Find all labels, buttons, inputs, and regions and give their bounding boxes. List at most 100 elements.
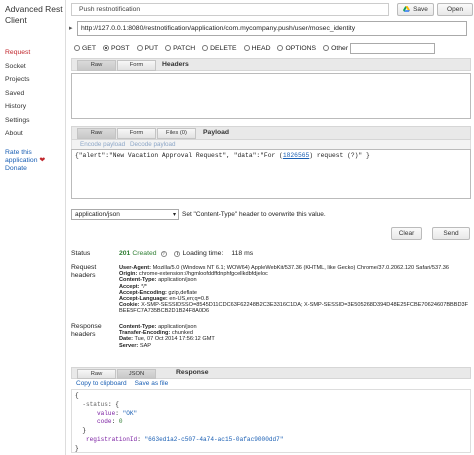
- header-value: chunked: [171, 330, 193, 337]
- header-value: gzip,deflate: [168, 289, 198, 296]
- heart-icon: ❤: [39, 157, 46, 164]
- save-label: Save: [413, 6, 428, 13]
- response-tabbar: Raw JSON Response: [71, 367, 471, 379]
- response-tab-raw[interactable]: Raw: [77, 369, 116, 379]
- header-key: Accept-Encoding:: [119, 289, 167, 296]
- help-icon[interactable]: ?: [160, 250, 167, 257]
- sidebar-item-projects[interactable]: Projects: [5, 73, 30, 87]
- header-value: X-SMP-SESSIDSSO=8545D11CDC63F62248B2C3E3…: [119, 302, 469, 315]
- decode-payload-link[interactable]: Decode payload: [130, 141, 176, 148]
- status-code: 201: [119, 250, 131, 257]
- status-text: Created: [132, 250, 157, 257]
- content-type-hint: Set "Content-Type" header to overwrite t…: [182, 211, 326, 218]
- payload-text-prefix: {"alert":"New Vacation Approval Request"…: [75, 152, 283, 159]
- json-brace: }: [82, 427, 86, 435]
- json-string: "OK": [122, 409, 138, 417]
- send-button[interactable]: Send: [432, 227, 470, 240]
- clear-button[interactable]: Clear: [391, 227, 422, 240]
- radio-patch[interactable]: [165, 45, 172, 51]
- payload-tab-files[interactable]: Files (0): [157, 128, 196, 139]
- expand-arrow-icon[interactable]: ▸: [69, 24, 73, 32]
- radio-put[interactable]: [136, 45, 143, 51]
- header-value: SAP: [139, 342, 152, 349]
- json-brace: }: [75, 444, 79, 452]
- status-line: 201 Created ? Loading time: 118 ms: [119, 250, 253, 257]
- json-key: code: [96, 418, 112, 426]
- header-key: Transfer-Encoding:: [119, 330, 171, 337]
- response-headers-label: Response headers: [71, 323, 102, 338]
- save-button[interactable]: Save: [397, 3, 434, 16]
- method-other[interactable]: Other: [323, 42, 436, 54]
- status-label: Status: [71, 250, 91, 257]
- clock-icon: [173, 250, 180, 257]
- title-bar: Save Open: [71, 2, 473, 17]
- radio-delete[interactable]: [202, 45, 209, 51]
- other-method-input[interactable]: [350, 42, 436, 54]
- payload-heading: Payload: [203, 129, 230, 136]
- response-heading: Response: [176, 369, 209, 376]
- radio-other[interactable]: [323, 45, 330, 51]
- method-delete[interactable]: DELETE: [202, 45, 237, 52]
- response-tab-json[interactable]: JSON: [117, 369, 156, 379]
- headers-tabbar: Raw Form Headers: [71, 58, 471, 71]
- sidebar-item-request[interactable]: Request: [5, 46, 30, 60]
- method-selector: GET POST PUT PATCH DELETE HEAD OPTIONS O…: [74, 42, 442, 54]
- method-post[interactable]: POST: [102, 44, 130, 52]
- sidebar-nav: Request Socket Projects Saved History Se…: [5, 46, 30, 141]
- url-input[interactable]: [77, 21, 467, 36]
- headers-tab-form[interactable]: Form: [117, 60, 156, 71]
- headers-tab-raw[interactable]: Raw: [77, 60, 116, 71]
- header-key: User-Agent:: [119, 265, 152, 271]
- open-button[interactable]: Open: [437, 3, 473, 16]
- sidebar-item-saved[interactable]: Saved: [5, 87, 30, 101]
- sidebar-item-socket[interactable]: Socket: [5, 60, 30, 74]
- google-drive-icon: [403, 6, 411, 12]
- json-key: registrationId: [85, 435, 138, 443]
- request-name-input[interactable]: [71, 3, 389, 16]
- main-panel: Save Open ▸ GET POST PUT PATCH DELETE HE…: [66, 0, 474, 455]
- header-value: Mozilla/5.0 (Windows NT 6.1; WOW64) Appl…: [152, 265, 449, 271]
- json-brace: : {: [107, 400, 119, 408]
- json-status-toggle[interactable]: -status: [82, 401, 108, 408]
- request-header-row: Cookie: X-SMP-SESSIDSSO=8545D11CDC63F622…: [119, 302, 469, 314]
- save-as-file-link[interactable]: Save as file: [135, 380, 169, 387]
- header-key: Accept-Language:: [119, 296, 168, 303]
- method-head[interactable]: HEAD: [243, 45, 270, 52]
- json-key: value: [96, 409, 116, 417]
- headers-editor[interactable]: [71, 73, 471, 119]
- radio-post[interactable]: [102, 45, 109, 51]
- header-value: application/json: [158, 324, 197, 330]
- sidebar-item-settings[interactable]: Settings: [5, 114, 30, 128]
- radio-head[interactable]: [243, 45, 250, 51]
- encode-payload-link[interactable]: Encode payload: [80, 141, 125, 148]
- content-type-select[interactable]: application/json ▾: [71, 209, 179, 220]
- method-post-label: POST: [110, 44, 130, 52]
- header-value: Tue, 07 Oct 2014 17:56:12 GMT: [134, 336, 215, 343]
- method-get[interactable]: GET: [74, 45, 96, 52]
- header-key: Server:: [119, 342, 139, 349]
- content-type-row: application/json ▾ Set "Content-Type" hea…: [71, 209, 326, 220]
- method-options[interactable]: OPTIONS: [277, 45, 316, 52]
- rate-label: Rate this application: [5, 149, 38, 164]
- method-put[interactable]: PUT: [136, 45, 158, 52]
- response-headers-list: Content-Type: application/json Transfer-…: [119, 324, 469, 349]
- method-get-label: GET: [82, 44, 96, 52]
- sidebar-item-about[interactable]: About: [5, 127, 30, 141]
- header-key: Accept:: [119, 283, 140, 290]
- method-other-label: Other: [331, 44, 349, 52]
- loading-time-label: Loading time:: [182, 250, 224, 257]
- sidebar-item-history[interactable]: History: [5, 100, 30, 114]
- method-patch[interactable]: PATCH: [165, 45, 195, 52]
- payload-text-link: 1826565: [282, 152, 310, 159]
- payload-tab-raw[interactable]: Raw: [77, 128, 116, 139]
- radio-get[interactable]: [74, 45, 80, 51]
- donate-link[interactable]: Donate: [5, 165, 63, 173]
- response-links: Copy to clipboard Save as file: [76, 380, 176, 387]
- header-key: Content-Type:: [119, 324, 157, 330]
- rate-link[interactable]: Rate this application ❤: [5, 149, 63, 165]
- payload-tab-form[interactable]: Form: [117, 128, 156, 139]
- payload-editor[interactable]: {"alert":"New Vacation Approval Request"…: [71, 149, 471, 199]
- radio-options[interactable]: [277, 45, 284, 51]
- header-key: Date:: [119, 336, 133, 343]
- copy-to-clipboard-link[interactable]: Copy to clipboard: [76, 380, 127, 387]
